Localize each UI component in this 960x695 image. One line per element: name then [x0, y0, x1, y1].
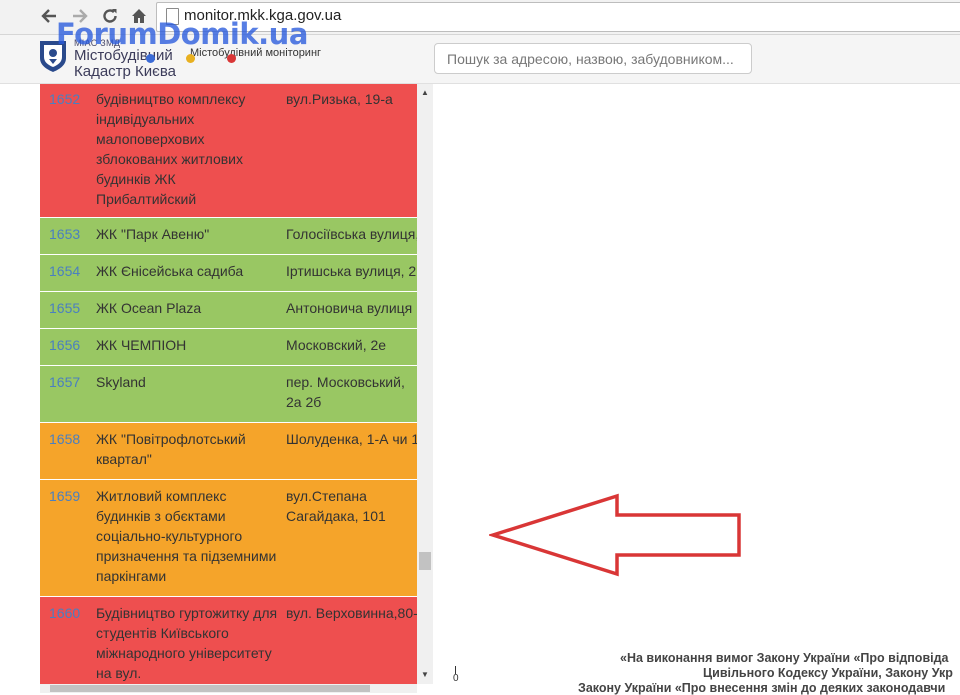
row-number[interactable]: 1657 — [49, 372, 80, 392]
row-number[interactable]: 1655 — [49, 298, 80, 318]
row-address: вул. Верховинна,80- — [286, 605, 417, 621]
search-input[interactable] — [434, 43, 752, 74]
row-name: ЖК ЧЕМПІОН — [96, 337, 187, 353]
row-name: Житловий комплекс будинків з обєктами со… — [96, 488, 277, 584]
table-row[interactable]: 1652 будівництво комплексу індивідуальни… — [40, 84, 417, 218]
yellow-dot-icon — [186, 54, 195, 63]
horizontal-scrollbar[interactable] — [40, 684, 417, 693]
row-address: вул.Степана Сагайдака, 101 — [286, 488, 386, 524]
table-row[interactable]: 1660 Будівництво гуртожитку для студенті… — [40, 597, 417, 684]
row-name: ЖК Єнісейська садиба — [96, 263, 244, 279]
row-address: Антоновича вулиця — [286, 300, 413, 316]
scroll-thumb[interactable] — [419, 552, 431, 570]
scroll-down-icon[interactable]: ▼ — [421, 670, 429, 679]
row-address: Московский, 2е — [286, 337, 387, 353]
scroll-thumb-horizontal[interactable] — [50, 685, 370, 692]
table-row[interactable]: 1654 ЖК Єнісейська садиба Іртишська вули… — [40, 255, 417, 292]
footer-text-line: «На виконання вимог Закону України «Про … — [620, 651, 949, 665]
table-row[interactable]: 1657 Skyland пер. Московський, 2а 2б — [40, 366, 417, 423]
table-row[interactable]: 1656 ЖК ЧЕМПІОН Московский, 2е — [40, 329, 417, 366]
row-number[interactable]: 1656 — [49, 335, 80, 355]
row-name: ЖК "Повітрофлотський квартал" — [96, 431, 246, 467]
row-address: вул.Ризька, 19-а — [286, 91, 393, 107]
row-address: Шолуденка, 1-А чи 1 — [286, 431, 417, 447]
row-address: Іртишська вулиця, 2 — [286, 263, 417, 279]
table-row[interactable]: 1659 Житловий комплекс будинків з обєкта… — [40, 480, 417, 597]
row-number[interactable]: 1654 — [49, 261, 80, 281]
row-number[interactable]: 1652 — [49, 89, 80, 109]
row-address: пер. Московський, 2а 2б — [286, 374, 405, 410]
row-name: ЖК Ocean Plaza — [96, 300, 202, 316]
row-number[interactable]: 1653 — [49, 224, 80, 244]
row-address: Голосіївська вулиця, — [286, 226, 417, 242]
row-number[interactable]: 1660 — [49, 603, 80, 623]
watermark-logo: ForumDomik.ua — [56, 17, 308, 51]
blue-dot-icon — [146, 54, 155, 63]
annotation-arrow-icon — [489, 493, 741, 577]
row-number[interactable]: 1659 — [49, 486, 80, 506]
row-name: Skyland — [96, 374, 146, 390]
results-list: 1652 будівництво комплексу індивідуальни… — [40, 84, 417, 684]
row-name: Будівництво гуртожитку для студентів Киї… — [96, 605, 278, 681]
table-row[interactable]: 1658 ЖК "Повітрофлотський квартал" Шолуд… — [40, 423, 417, 480]
table-row[interactable]: 1653 ЖК "Парк Авеню" Голосіївська вулиця… — [40, 218, 417, 255]
row-number[interactable]: 1658 — [49, 429, 80, 449]
vertical-scrollbar[interactable]: ▲ ▼ — [417, 84, 433, 684]
row-name: ЖК "Парк Авеню" — [96, 226, 210, 242]
footer-text-line: Цивільного Кодексу України, Закону Укр — [703, 666, 953, 680]
table-row[interactable]: 1655 ЖК Ocean Plaza Антоновича вулиця — [40, 292, 417, 329]
row-name: будівництво комплексу індивідуальних мал… — [96, 91, 246, 207]
scroll-up-icon[interactable]: ▲ — [421, 88, 429, 97]
brand-title-line2: Кадастр Києва — [74, 63, 176, 80]
red-dot-icon — [227, 54, 236, 63]
scale-zero-label: 0 — [453, 673, 459, 684]
